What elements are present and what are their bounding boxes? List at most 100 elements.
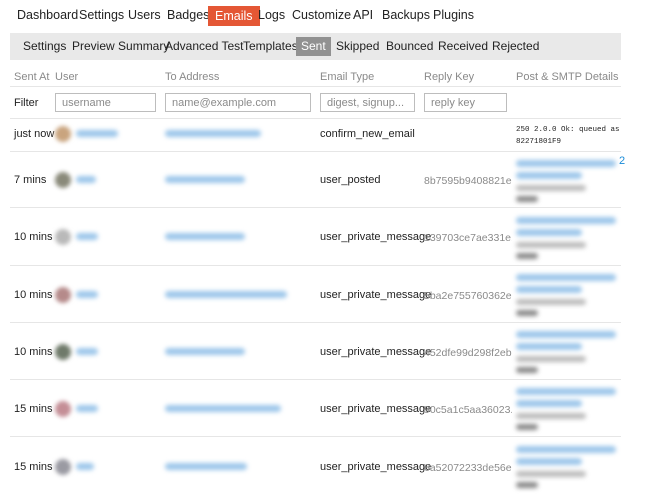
post-link[interactable] (516, 446, 616, 453)
tab-templates[interactable]: Templates (243, 37, 298, 56)
smtp-response: 250 2.0.0 Ok: queued as (516, 126, 620, 134)
avatar[interactable] (55, 172, 71, 188)
tab-bounced[interactable]: Bounced (386, 37, 433, 56)
filter-reply-key-input[interactable]: reply key (424, 93, 507, 112)
smtp-details (516, 424, 538, 430)
smtp-details (516, 196, 538, 202)
row-divider (10, 379, 621, 380)
email-type: user_private_message (320, 403, 432, 415)
smtp-details (516, 367, 538, 373)
column-header-email-type: Email Type (320, 71, 375, 83)
email-type: user_private_message (320, 289, 432, 301)
nav-settings[interactable]: Settings (79, 6, 124, 25)
post-link[interactable] (516, 343, 582, 350)
column-header-reply-key: Reply Key (424, 71, 475, 83)
sent-at: 10 mins (14, 231, 53, 243)
username-link[interactable] (76, 291, 98, 298)
smtp-queue-id: 82271801F9 (516, 138, 562, 146)
nav-backups[interactable]: Backups (382, 6, 430, 25)
post-link[interactable] (516, 229, 582, 236)
avatar[interactable] (55, 459, 71, 475)
smtp-details (516, 413, 586, 419)
filter-address-input[interactable]: name@example.com (165, 93, 311, 112)
username-link[interactable] (76, 130, 118, 137)
to-address-link[interactable] (165, 233, 245, 240)
username-link[interactable] (76, 405, 98, 412)
avatar[interactable] (55, 229, 71, 245)
post-link[interactable] (516, 388, 616, 395)
smtp-details (516, 310, 538, 316)
post-link[interactable] (516, 274, 616, 281)
tab-advanced-test[interactable]: Advanced Test (165, 37, 244, 56)
filter-divider (10, 118, 621, 119)
post-link[interactable] (516, 286, 582, 293)
sent-at: 10 mins (14, 289, 53, 301)
row-divider (10, 265, 621, 266)
tab-rejected[interactable]: Rejected (492, 37, 539, 56)
admin-top-nav: Dashboard Settings Users Badges Emails L… (0, 0, 653, 30)
row-divider (10, 436, 621, 437)
filter-username-input[interactable]: username (55, 93, 156, 112)
tab-skipped[interactable]: Skipped (336, 37, 379, 56)
smtp-details (516, 253, 538, 259)
nav-logs[interactable]: Logs (258, 6, 285, 25)
column-header-user: User (55, 71, 79, 83)
post-link[interactable] (516, 400, 582, 407)
avatar[interactable] (55, 401, 71, 417)
column-header-sent-at: Sent At (14, 71, 50, 83)
smtp-details (516, 356, 586, 362)
sent-at: 10 mins (14, 346, 53, 358)
smtp-details (516, 185, 586, 191)
smtp-details (516, 482, 538, 488)
to-address-link[interactable] (165, 130, 261, 137)
nav-badges[interactable]: Badges (167, 6, 209, 25)
nav-users[interactable]: Users (128, 6, 161, 25)
tab-preview-summary[interactable]: Preview Summary (72, 37, 169, 56)
email-type: user_private_message (320, 461, 432, 473)
username-link[interactable] (76, 463, 94, 470)
tab-received[interactable]: Received (438, 37, 488, 56)
email-type: user_private_message (320, 231, 432, 243)
to-address-link[interactable] (165, 291, 287, 298)
nav-dashboard[interactable]: Dashboard (17, 6, 78, 25)
nav-plugins[interactable]: Plugins (433, 6, 474, 25)
smtp-details (516, 242, 586, 248)
post-link[interactable] (516, 458, 582, 465)
tab-settings[interactable]: Settings (23, 37, 66, 56)
sent-at: just now (14, 128, 55, 140)
post-link[interactable] (516, 217, 616, 224)
reply-key: 5ba2e755760362e... (424, 290, 512, 302)
avatar[interactable] (55, 287, 71, 303)
to-address-link[interactable] (165, 405, 281, 412)
nav-customize[interactable]: Customize (292, 6, 351, 25)
email-type: user_private_message (320, 346, 432, 358)
username-link[interactable] (76, 176, 96, 183)
reply-key: 8b7595b9408821e... (424, 175, 512, 187)
reply-key: 6a52072233de56e... (424, 462, 512, 474)
emails-sub-nav: Settings Preview Summary Advanced Test T… (10, 33, 621, 60)
smtp-details (516, 471, 586, 477)
row-divider (10, 322, 621, 323)
row-divider (10, 207, 621, 208)
username-link[interactable] (76, 233, 98, 240)
column-header-post-smtp: Post & SMTP Details (516, 71, 619, 83)
smtp-details: 250 2.0.0 Ok: queued as 82271801F9 (516, 124, 620, 148)
to-address-link[interactable] (165, 176, 245, 183)
header-divider (10, 86, 621, 87)
tab-sent[interactable]: Sent (296, 37, 331, 56)
nav-emails[interactable]: Emails (208, 6, 260, 26)
smtp-details (516, 299, 586, 305)
reply-key: 452dfe99d298f2eb... (424, 347, 512, 359)
reply-key: 90c5a1c5aa36023... (424, 404, 512, 416)
post-link[interactable] (516, 172, 582, 179)
filter-type-input[interactable]: digest, signup... (320, 93, 415, 112)
username-link[interactable] (76, 348, 98, 355)
to-address-link[interactable] (165, 463, 247, 470)
post-link[interactable] (516, 160, 616, 167)
avatar[interactable] (55, 344, 71, 360)
post-link[interactable] (516, 331, 616, 338)
avatar[interactable] (55, 126, 71, 142)
overflow-count[interactable]: 2 (619, 155, 625, 167)
to-address-link[interactable] (165, 348, 245, 355)
nav-api[interactable]: API (353, 6, 373, 25)
